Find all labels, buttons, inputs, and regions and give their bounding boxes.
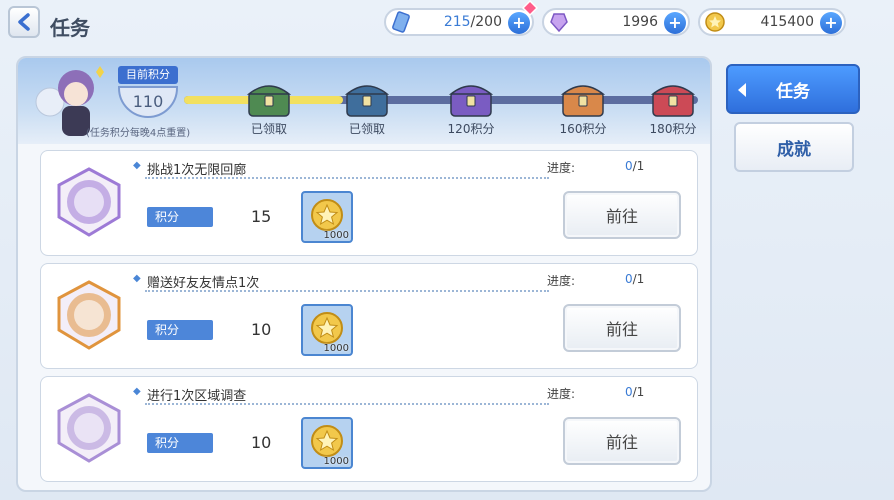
points-label: 积分 (147, 207, 213, 227)
diamond-bullet-icon: ◆ (133, 273, 141, 284)
progress-total: /1 (632, 385, 645, 399)
points-value: 15 (251, 207, 272, 226)
milestone-label: 120积分 (447, 122, 495, 136)
go-button[interactable]: 前往 (563, 304, 681, 352)
chest-red-icon-graphic (650, 85, 696, 117)
points-value: 10 (251, 433, 272, 452)
current-points-value: 110 (118, 86, 178, 118)
progress-total: /1 (632, 272, 645, 286)
progress-current: 0 (625, 159, 633, 173)
task-emblem-icon (57, 280, 121, 350)
top-bar: 任务 215/200 + 1996 + 415400 + (0, 0, 894, 48)
notification-diamond-icon (522, 0, 538, 16)
chevron-left-icon (18, 13, 30, 31)
mana-value: 415400 (760, 14, 814, 30)
tab-missions-label: 任务 (776, 81, 810, 102)
task-row: ◆ 挑战1次无限回廊 进度: 0/1 积分 15 1000 前往 (40, 150, 698, 256)
mana-counter: 415400 + (698, 8, 846, 36)
progress-total: /1 (632, 159, 645, 173)
current-points-box: 目前积分 110 (112, 66, 182, 126)
progress-label: 进度: (547, 161, 576, 175)
chest-red-icon[interactable] (650, 78, 696, 118)
jewel-icon (550, 13, 568, 33)
progress-label: 进度: (547, 387, 576, 401)
chest-green-opened-icon-graphic (246, 85, 292, 117)
progress-current: 0 (625, 272, 633, 286)
coin-icon (705, 12, 725, 32)
points-value: 10 (251, 320, 272, 339)
triangle-left-icon (738, 83, 746, 97)
progress-value: 0/1 (625, 272, 644, 286)
points-label: 积分 (147, 320, 213, 340)
chest-purple-icon-graphic (448, 85, 494, 117)
chest-orange-icon[interactable] (560, 78, 606, 118)
tab-missions[interactable]: 任务 (726, 64, 860, 114)
chest-blue-opened-icon-graphic (344, 85, 390, 117)
add-jewel-button[interactable]: + (664, 12, 686, 34)
reward-item[interactable]: 1000 (301, 417, 353, 469)
reward-quantity: 1000 (323, 230, 349, 241)
reward-quantity: 1000 (323, 343, 349, 354)
task-emblem-icon (57, 393, 121, 463)
stamina-max: /200 (470, 14, 502, 30)
points-label: 积分 (147, 433, 213, 453)
stamina-current: 215 (443, 14, 471, 30)
diamond-bullet-icon: ◆ (133, 386, 141, 397)
task-name: 挑战1次无限回廊 (147, 163, 247, 178)
reward-item[interactable]: 1000 (301, 304, 353, 356)
stamina-counter: 215/200 + (384, 8, 534, 36)
milestone-label: 180积分 (649, 122, 697, 136)
back-button[interactable] (8, 6, 40, 38)
mission-panel: 目前积分 110 (任务积分每晚4点重置) 已领取 已领取 120积分 160积分 18… (16, 56, 712, 492)
divider (145, 177, 549, 179)
jewel-counter: 1996 + (542, 8, 690, 36)
milestone-label: 已领取 (250, 122, 287, 136)
milestone-label: 160积分 (559, 122, 607, 136)
task-name: 赠送好友友情点1次 (147, 276, 260, 291)
current-points-label: 目前积分 (118, 66, 178, 84)
milestone-label: 已领取 (348, 122, 385, 136)
stamina-crystal-icon (392, 11, 410, 33)
reward-item[interactable]: 1000 (301, 191, 353, 243)
tab-achievements-label: 成就 (777, 139, 811, 160)
progress-label: 进度: (547, 274, 576, 288)
diamond-bullet-icon: ◆ (133, 160, 141, 171)
go-button[interactable]: 前往 (563, 191, 681, 239)
chest-blue-opened-icon[interactable] (344, 78, 390, 118)
task-name: 进行1次区域调查 (147, 389, 247, 404)
task-emblem-icon (57, 167, 121, 237)
tab-achievements[interactable]: 成就 (734, 122, 854, 172)
go-button[interactable]: 前往 (563, 417, 681, 465)
page-title: 任务 (50, 16, 90, 40)
divider (145, 403, 549, 405)
chest-orange-icon-graphic (560, 85, 606, 117)
reward-quantity: 1000 (323, 456, 349, 467)
add-mana-button[interactable]: + (820, 12, 842, 34)
progress-current: 0 (625, 385, 633, 399)
jewel-value: 1996 (622, 14, 658, 30)
progress-value: 0/1 (625, 385, 644, 399)
reset-note: (任务积分每晚4点重置) (86, 128, 191, 139)
task-row: ◆ 进行1次区域调查 进度: 0/1 积分 10 1000 前往 (40, 376, 698, 482)
chest-green-opened-icon[interactable] (246, 78, 292, 118)
divider (145, 290, 549, 292)
progress-value: 0/1 (625, 159, 644, 173)
chest-purple-icon[interactable] (448, 78, 494, 118)
task-row: ◆ 赠送好友友情点1次 进度: 0/1 积分 10 1000 前往 (40, 263, 698, 369)
mission-points-banner: 目前积分 110 (任务积分每晚4点重置) 已领取 已领取 120积分 160积分 18… (18, 58, 710, 144)
